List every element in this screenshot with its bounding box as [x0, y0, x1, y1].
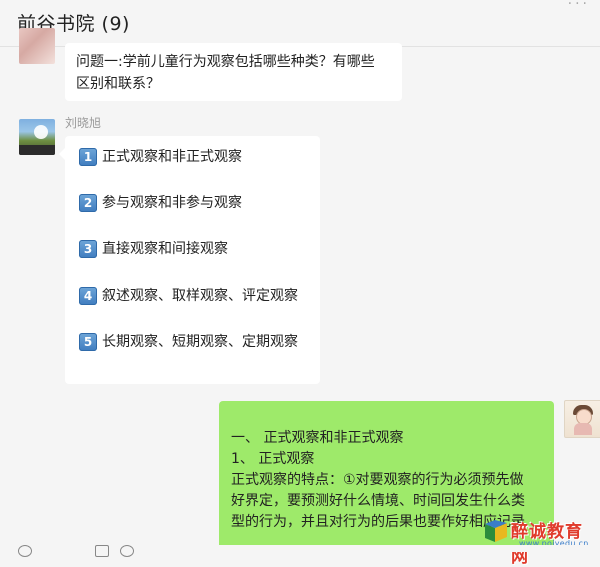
- message-line: 1、 正式观察: [231, 451, 315, 467]
- message-line: 好界定，要预测好什么情境、时间回发生什么类: [231, 493, 525, 509]
- list-item: 4 叙述观察、取样观察、评定观察: [79, 284, 298, 308]
- list-item-text: 长期观察、短期观察、定期观察: [102, 334, 298, 350]
- message-line: 问题一:学前儿童行为观察包括哪些种类？有哪些: [76, 54, 375, 70]
- list-item: 1 正式观察和非正式观察: [79, 145, 242, 169]
- avatar-liu[interactable]: [19, 119, 55, 155]
- more-icon[interactable]: ···: [568, 0, 590, 12]
- message-line: 区别和联系？: [76, 76, 160, 92]
- list-item-text: 直接观察和间接观察: [102, 241, 228, 257]
- input-toolbar: [0, 545, 600, 552]
- message-bubble-question: 问题一:学前儿童行为观察包括哪些种类？有哪些 区别和联系？: [65, 43, 402, 101]
- message-line: 正式观察的特点：①对要观察的行为必须预先做: [231, 472, 524, 488]
- list-item: 3 直接观察和间接观察: [79, 237, 228, 261]
- sender-name: 刘晓旭: [65, 116, 102, 130]
- list-item-text: 参与观察和非参与观察: [102, 195, 242, 211]
- list-item: 2 参与观察和非参与观察: [79, 191, 242, 215]
- number-2-icon: 2: [79, 194, 97, 212]
- number-3-icon: 3: [79, 240, 97, 258]
- list-item: 5 长期观察、短期观察、定期观察: [79, 330, 298, 354]
- number-4-icon: 4: [79, 287, 97, 305]
- avatar[interactable]: [19, 28, 55, 64]
- emoji-icon[interactable]: [18, 545, 32, 557]
- avatar-self[interactable]: [564, 400, 600, 438]
- number-5-icon: 5: [79, 333, 97, 351]
- number-1-icon: 1: [79, 148, 97, 166]
- favorite-icon[interactable]: [95, 545, 109, 557]
- watermark: 醉诚教育网 www.pojyedu.cn: [483, 515, 598, 567]
- message-bubble-list: 1 正式观察和非正式观察 2 参与观察和非参与观察 3 直接观察和间接观察 4 …: [59, 136, 320, 384]
- message-line: 一、 正式观察和非正式观察: [231, 430, 404, 446]
- chat-header: 前谷书院 (9) ···: [0, 0, 600, 47]
- book-logo-icon: [485, 520, 507, 542]
- list-item-text: 正式观察和非正式观察: [102, 149, 242, 165]
- list-item-text: 叙述观察、取样观察、评定观察: [102, 288, 298, 304]
- more-icon[interactable]: [120, 545, 134, 557]
